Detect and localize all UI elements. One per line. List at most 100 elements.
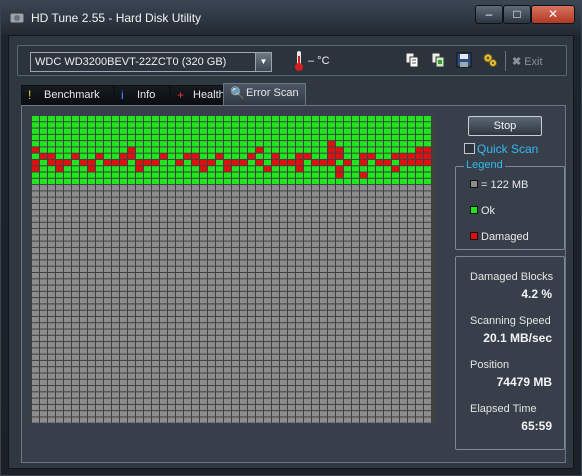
block-cell <box>240 266 247 272</box>
options-icon[interactable] <box>480 52 500 72</box>
damaged-blocks-value: 4.2 % <box>521 287 552 301</box>
block-cell <box>200 172 207 178</box>
drive-select[interactable]: WDC WD3200BEVT-22ZCT0 (320 GB) ▼ <box>30 52 272 72</box>
tab-benchmark[interactable]: ! Benchmark <box>21 85 114 105</box>
stop-button[interactable]: Stop <box>468 116 542 136</box>
block-cell <box>360 417 367 423</box>
close-button[interactable]: ✕ <box>531 5 575 24</box>
block-cell <box>152 404 159 411</box>
block-cell <box>200 203 207 210</box>
block-cell <box>336 210 343 216</box>
block-cell <box>360 191 367 197</box>
block-cell <box>136 197 143 203</box>
block-cell <box>208 185 215 191</box>
block-cell <box>176 254 183 260</box>
block-cell <box>240 128 247 134</box>
block-cell <box>216 191 223 197</box>
block-cell <box>40 335 47 342</box>
quick-scan-checkbox[interactable]: Quick Scan <box>464 142 538 158</box>
block-cell <box>360 348 367 354</box>
block-cell <box>96 354 103 360</box>
block-cell <box>120 166 127 172</box>
block-cell <box>352 404 359 411</box>
title-bar[interactable]: HD Tune 2.55 - Hard Disk Utility – □ ✕ <box>1 1 581 35</box>
block-cell <box>144 404 151 411</box>
block-cell <box>160 134 167 141</box>
tab-info[interactable]: i Info <box>114 85 170 105</box>
block-cell <box>224 254 231 260</box>
block-cell <box>216 354 223 360</box>
block-cell <box>280 216 287 222</box>
block-cell <box>88 247 95 254</box>
block-cell <box>216 178 223 185</box>
block-cell <box>304 229 311 235</box>
block-cell <box>200 304 207 310</box>
block-cell <box>256 398 263 404</box>
block-cell <box>208 235 215 241</box>
tab-error-scan[interactable]: 🔍 Error Scan <box>223 83 306 105</box>
block-cell <box>152 191 159 197</box>
block-cell <box>352 254 359 260</box>
block-cell <box>224 392 231 398</box>
maximize-button[interactable]: □ <box>503 5 531 24</box>
block-cell <box>152 348 159 354</box>
block-cell <box>376 310 383 316</box>
block-cell <box>392 191 399 197</box>
block-cell <box>272 310 279 316</box>
block-cell <box>64 247 71 254</box>
block-cell <box>144 411 151 417</box>
block-cell <box>312 247 319 254</box>
block-cell <box>344 241 351 247</box>
block-cell <box>152 210 159 216</box>
block-cell <box>416 222 423 229</box>
save-icon[interactable] <box>454 52 474 72</box>
block-cell <box>352 210 359 216</box>
block-cell <box>32 254 39 260</box>
block-cell <box>120 310 127 316</box>
minimize-button[interactable]: – <box>475 5 503 24</box>
block-cell <box>128 229 135 235</box>
block-cell <box>176 128 183 134</box>
block-cell <box>400 329 407 335</box>
block-cell <box>40 185 47 191</box>
tab-health[interactable]: + Health <box>170 85 225 105</box>
block-cell <box>280 241 287 247</box>
block-cell <box>40 285 47 291</box>
block-cell <box>240 342 247 348</box>
block-cell <box>208 298 215 304</box>
block-cell <box>288 147 295 153</box>
block-cell <box>80 329 87 335</box>
block-cell <box>184 354 191 360</box>
block-cell <box>32 141 39 147</box>
block-cell <box>88 404 95 411</box>
block-cell <box>104 247 111 254</box>
block-cell <box>280 273 287 279</box>
block-cell <box>216 266 223 272</box>
block-cell <box>216 159 223 166</box>
block-cell <box>240 291 247 298</box>
chevron-down-icon[interactable]: ▼ <box>255 53 271 71</box>
block-cell <box>208 329 215 335</box>
block-cell <box>184 398 191 404</box>
block-cell <box>136 235 143 241</box>
checkbox-icon[interactable] <box>464 143 475 154</box>
copy-screenshot-icon[interactable] <box>428 52 448 72</box>
block-cell <box>56 185 63 191</box>
block-cell <box>200 229 207 235</box>
block-cell <box>80 235 87 241</box>
block-cell <box>48 367 55 373</box>
block-cell <box>280 134 287 141</box>
block-cell <box>344 147 351 153</box>
block-cell <box>80 203 87 210</box>
block-cell <box>312 229 319 235</box>
block-cell <box>216 229 223 235</box>
block-cell <box>32 342 39 348</box>
block-cell <box>144 197 151 203</box>
block-cell <box>424 122 431 128</box>
exit-button[interactable]: ✖ Exit <box>512 52 543 72</box>
block-cell <box>200 298 207 304</box>
block-cell <box>48 166 55 172</box>
block-cell <box>192 210 199 216</box>
copy-info-icon[interactable] <box>402 52 422 72</box>
block-cell <box>48 254 55 260</box>
